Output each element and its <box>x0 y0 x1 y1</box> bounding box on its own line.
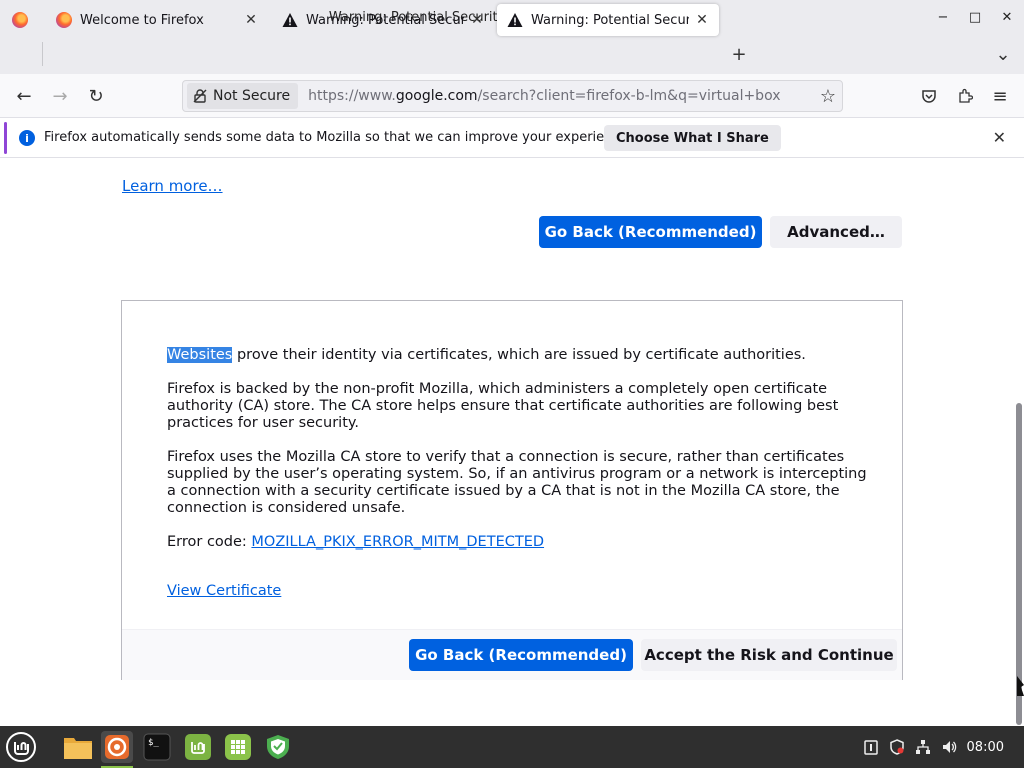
firefox-icon <box>56 12 72 28</box>
clipboard-icon[interactable] <box>863 739 879 755</box>
go-back-button-bottom[interactable]: Go Back (Recommended) <box>409 639 633 671</box>
tab-strip <box>0 34 1024 74</box>
error-code-line: Error code: MOZILLA_PKIX_ERROR_MITM_DETE… <box>167 534 545 550</box>
close-tab-icon[interactable]: ✕ <box>244 12 258 28</box>
navigation-toolbar: ← → ↻ Not Secure https://www.google.com/… <box>0 74 1024 118</box>
bookmark-star-icon[interactable]: ☆ <box>820 86 836 107</box>
network-icon[interactable] <box>915 739 931 755</box>
url-bar[interactable]: Not Secure https://www.google.com/search… <box>182 80 843 112</box>
close-window-icon[interactable]: ✕ <box>1000 10 1014 25</box>
advanced-panel-footer: Go Back (Recommended) Accept the Risk an… <box>122 629 902 680</box>
close-tab-icon[interactable]: ✕ <box>470 12 484 28</box>
tab-warning-2[interactable]: Warning: Potential Security Risk Ahead ✕ <box>497 4 719 36</box>
ca-store-paragraph: Firefox is backed by the non-profit Mozi… <box>167 381 839 431</box>
new-tab-icon[interactable]: + <box>727 42 751 66</box>
warning-icon <box>507 13 523 27</box>
error-code-link[interactable]: MOZILLA_PKIX_ERROR_MITM_DETECTED <box>251 534 544 550</box>
advanced-panel-text: Websites prove their identity via certif… <box>167 347 867 568</box>
files-icon[interactable] <box>62 731 94 763</box>
firefox-taskbar-icon[interactable] <box>101 731 133 763</box>
maximize-icon[interactable]: □ <box>968 10 982 25</box>
system-tray: 08:00 <box>863 726 1024 768</box>
go-back-button[interactable]: Go Back (Recommended) <box>539 216 762 248</box>
scrollbar-thumb[interactable] <box>1016 403 1022 725</box>
shield-icon[interactable] <box>262 731 294 763</box>
url-text[interactable]: https://www.google.com/search?client=fir… <box>308 88 780 104</box>
close-tab-icon[interactable]: ✕ <box>695 12 709 28</box>
notification-accent <box>4 122 7 154</box>
learn-more-link[interactable]: Learn more… <box>122 177 223 195</box>
tab-label: Welcome to Firefox <box>80 12 204 28</box>
spreadsheet-icon[interactable] <box>222 731 254 763</box>
volume-icon[interactable] <box>941 739 957 755</box>
mint-menu-icon[interactable] <box>5 731 37 763</box>
forward-icon[interactable]: → <box>48 84 72 108</box>
advanced-panel: Websites prove their identity via certif… <box>121 300 903 680</box>
view-certificate-link[interactable]: View Certificate <box>167 583 281 599</box>
mitm-paragraph: Firefox uses the Mozilla CA store to ver… <box>167 449 867 516</box>
reload-icon[interactable]: ↻ <box>84 84 108 108</box>
notification-text: Firefox automatically sends some data to… <box>44 130 632 145</box>
info-icon: i <box>19 130 35 146</box>
mintinstall-icon[interactable] <box>182 731 214 763</box>
back-icon[interactable]: ← <box>12 84 36 108</box>
clock[interactable]: 08:00 <box>967 740 1004 755</box>
tab-label: Warning: Potential Security Risk Ahead <box>531 12 689 28</box>
page-content: Learn more… Go Back (Recommended) Advanc… <box>0 159 1014 726</box>
close-notification-icon[interactable]: ✕ <box>993 128 1006 147</box>
tab-warning-1[interactable]: Warning: Potential Security Risk Ahead ✕ <box>272 4 494 36</box>
warning-icon <box>282 13 298 27</box>
certificates-paragraph: Websites prove their identity via certif… <box>167 347 806 363</box>
advanced-button[interactable]: Advanced… <box>770 216 902 248</box>
extensions-icon[interactable] <box>953 84 977 108</box>
security-label: Not Secure <box>213 88 291 104</box>
choose-what-i-share-button[interactable]: Choose What I Share <box>604 125 781 151</box>
security-indicator[interactable]: Not Secure <box>187 83 299 109</box>
data-reporting-notification: i Firefox automatically sends some data … <box>0 118 1024 158</box>
firefox-icon <box>12 12 28 28</box>
update-shield-icon[interactable] <box>889 739 905 755</box>
accept-risk-button[interactable]: Accept the Risk and Continue <box>641 639 897 671</box>
app-menu-icon[interactable]: ≡ <box>988 84 1012 108</box>
insecure-lock-icon <box>193 89 207 103</box>
minimize-icon[interactable]: − <box>936 10 950 25</box>
selected-text: Websites <box>167 347 233 363</box>
terminal-icon[interactable]: $_ <box>141 731 173 763</box>
tab-welcome[interactable]: Welcome to Firefox ✕ <box>46 4 268 36</box>
list-all-tabs-icon[interactable]: ⌄ <box>991 42 1015 66</box>
tab-label: Warning: Potential Security Risk Ahead <box>306 12 464 28</box>
svg-text:$_: $_ <box>148 738 159 748</box>
tab-separator <box>42 42 43 66</box>
taskbar: $_ 08:00 <box>0 726 1024 768</box>
firefox-view-button[interactable] <box>8 4 32 36</box>
pocket-icon[interactable] <box>917 84 941 108</box>
